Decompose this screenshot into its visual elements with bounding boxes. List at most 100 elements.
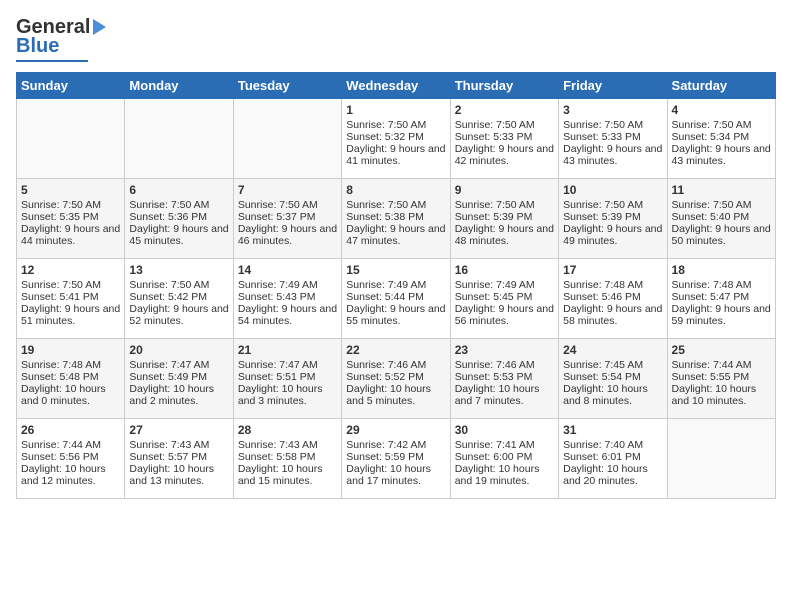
day-info: Sunset: 5:48 PM [21,371,120,383]
day-info: Sunset: 5:36 PM [129,211,228,223]
day-info: Sunrise: 7:50 AM [238,199,337,211]
day-info: Sunset: 5:47 PM [672,291,771,303]
day-info: Sunrise: 7:45 AM [563,359,662,371]
day-number: 14 [238,263,337,277]
calendar-cell [17,99,125,179]
day-info: Daylight: 9 hours and 43 minutes. [563,143,662,167]
day-info: Sunrise: 7:40 AM [563,439,662,451]
calendar-cell: 28Sunrise: 7:43 AMSunset: 5:58 PMDayligh… [233,419,341,499]
day-info: Sunrise: 7:50 AM [129,199,228,211]
day-info: Daylight: 10 hours and 7 minutes. [455,383,554,407]
calendar-week-1: 1Sunrise: 7:50 AMSunset: 5:32 PMDaylight… [17,99,776,179]
calendar-week-2: 5Sunrise: 7:50 AMSunset: 5:35 PMDaylight… [17,179,776,259]
day-number: 21 [238,343,337,357]
day-info: Sunset: 6:01 PM [563,451,662,463]
calendar-cell: 7Sunrise: 7:50 AMSunset: 5:37 PMDaylight… [233,179,341,259]
day-info: Sunset: 5:56 PM [21,451,120,463]
calendar-cell: 2Sunrise: 7:50 AMSunset: 5:33 PMDaylight… [450,99,558,179]
day-info: Sunset: 5:41 PM [21,291,120,303]
calendar-cell: 11Sunrise: 7:50 AMSunset: 5:40 PMDayligh… [667,179,775,259]
day-number: 17 [563,263,662,277]
day-info: Sunrise: 7:44 AM [672,359,771,371]
calendar-cell: 26Sunrise: 7:44 AMSunset: 5:56 PMDayligh… [17,419,125,499]
day-number: 16 [455,263,554,277]
day-number: 11 [672,183,771,197]
day-info: Sunset: 5:34 PM [672,131,771,143]
calendar-cell: 9Sunrise: 7:50 AMSunset: 5:39 PMDaylight… [450,179,558,259]
calendar-cell: 29Sunrise: 7:42 AMSunset: 5:59 PMDayligh… [342,419,450,499]
day-number: 23 [455,343,554,357]
day-info: Daylight: 10 hours and 0 minutes. [21,383,120,407]
day-number: 15 [346,263,445,277]
logo-arrow-icon [93,19,106,35]
day-info: Sunrise: 7:50 AM [21,199,120,211]
day-info: Sunrise: 7:50 AM [129,279,228,291]
calendar-cell: 5Sunrise: 7:50 AMSunset: 5:35 PMDaylight… [17,179,125,259]
day-number: 26 [21,423,120,437]
day-of-week-tuesday: Tuesday [233,73,341,99]
day-number: 8 [346,183,445,197]
day-info: Sunset: 5:52 PM [346,371,445,383]
logo-underline [16,60,88,62]
day-number: 3 [563,103,662,117]
day-info: Daylight: 9 hours and 47 minutes. [346,223,445,247]
day-info: Sunrise: 7:41 AM [455,439,554,451]
day-of-week-thursday: Thursday [450,73,558,99]
day-info: Sunset: 5:38 PM [346,211,445,223]
day-info: Sunrise: 7:43 AM [238,439,337,451]
day-of-week-saturday: Saturday [667,73,775,99]
day-info: Sunset: 5:58 PM [238,451,337,463]
day-info: Daylight: 10 hours and 5 minutes. [346,383,445,407]
day-info: Sunrise: 7:46 AM [346,359,445,371]
day-info: Sunset: 5:49 PM [129,371,228,383]
day-number: 27 [129,423,228,437]
day-info: Daylight: 9 hours and 58 minutes. [563,303,662,327]
day-info: Daylight: 10 hours and 2 minutes. [129,383,228,407]
day-number: 30 [455,423,554,437]
day-info: Daylight: 9 hours and 52 minutes. [129,303,228,327]
calendar-cell: 3Sunrise: 7:50 AMSunset: 5:33 PMDaylight… [559,99,667,179]
day-number: 22 [346,343,445,357]
calendar-cell: 18Sunrise: 7:48 AMSunset: 5:47 PMDayligh… [667,259,775,339]
day-info: Daylight: 9 hours and 41 minutes. [346,143,445,167]
day-info: Daylight: 10 hours and 17 minutes. [346,463,445,487]
day-info: Sunset: 5:44 PM [346,291,445,303]
day-info: Daylight: 9 hours and 55 minutes. [346,303,445,327]
calendar-cell: 21Sunrise: 7:47 AMSunset: 5:51 PMDayligh… [233,339,341,419]
logo-blue: Blue [16,35,59,58]
calendar-cell: 16Sunrise: 7:49 AMSunset: 5:45 PMDayligh… [450,259,558,339]
calendar-week-5: 26Sunrise: 7:44 AMSunset: 5:56 PMDayligh… [17,419,776,499]
day-info: Sunset: 5:32 PM [346,131,445,143]
calendar-cell: 20Sunrise: 7:47 AMSunset: 5:49 PMDayligh… [125,339,233,419]
day-number: 19 [21,343,120,357]
day-info: Daylight: 9 hours and 48 minutes. [455,223,554,247]
calendar-cell: 10Sunrise: 7:50 AMSunset: 5:39 PMDayligh… [559,179,667,259]
day-number: 1 [346,103,445,117]
day-info: Sunrise: 7:49 AM [346,279,445,291]
day-number: 5 [21,183,120,197]
day-info: Sunset: 5:51 PM [238,371,337,383]
day-info: Sunrise: 7:43 AM [129,439,228,451]
day-info: Sunrise: 7:42 AM [346,439,445,451]
day-info: Daylight: 10 hours and 8 minutes. [563,383,662,407]
day-info: Sunrise: 7:50 AM [455,199,554,211]
calendar-cell: 4Sunrise: 7:50 AMSunset: 5:34 PMDaylight… [667,99,775,179]
day-info: Sunset: 5:45 PM [455,291,554,303]
day-number: 9 [455,183,554,197]
calendar-cell: 17Sunrise: 7:48 AMSunset: 5:46 PMDayligh… [559,259,667,339]
calendar-cell: 6Sunrise: 7:50 AMSunset: 5:36 PMDaylight… [125,179,233,259]
day-of-week-sunday: Sunday [17,73,125,99]
calendar-cell: 24Sunrise: 7:45 AMSunset: 5:54 PMDayligh… [559,339,667,419]
calendar-cell: 14Sunrise: 7:49 AMSunset: 5:43 PMDayligh… [233,259,341,339]
day-info: Daylight: 10 hours and 15 minutes. [238,463,337,487]
calendar-cell: 12Sunrise: 7:50 AMSunset: 5:41 PMDayligh… [17,259,125,339]
day-number: 24 [563,343,662,357]
calendar-cell: 1Sunrise: 7:50 AMSunset: 5:32 PMDaylight… [342,99,450,179]
day-info: Sunrise: 7:50 AM [672,199,771,211]
page-header: General Blue [16,16,776,62]
day-number: 10 [563,183,662,197]
day-info: Sunrise: 7:50 AM [21,279,120,291]
day-info: Daylight: 10 hours and 12 minutes. [21,463,120,487]
calendar-cell: 13Sunrise: 7:50 AMSunset: 5:42 PMDayligh… [125,259,233,339]
day-info: Sunrise: 7:49 AM [238,279,337,291]
